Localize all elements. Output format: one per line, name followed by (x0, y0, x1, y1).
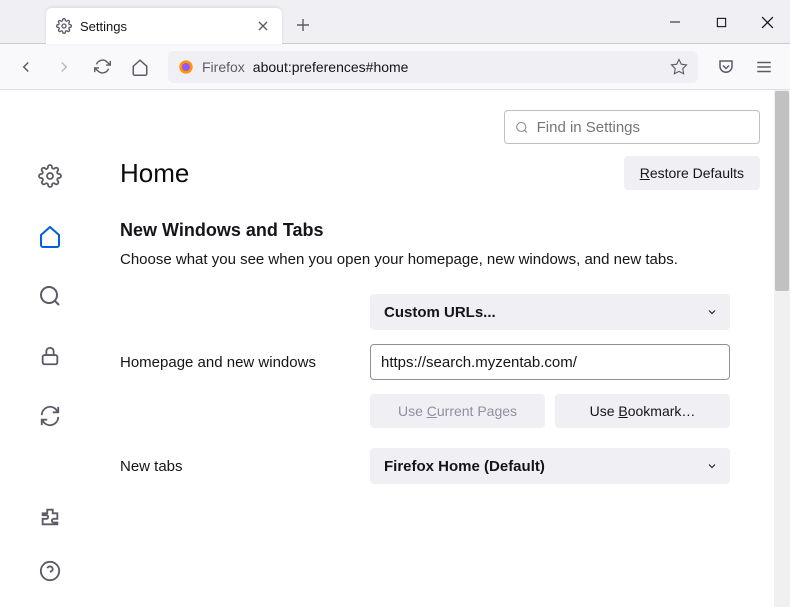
navigation-toolbar: Firefox about:preferences#home (0, 44, 790, 90)
search-icon (515, 120, 529, 135)
newtabs-label: New tabs (120, 458, 370, 475)
tab-title: Settings (80, 19, 254, 34)
settings-search-box[interactable] (504, 110, 760, 144)
chevron-down-icon (706, 306, 718, 318)
section-desc: Choose what you see when you open your h… (120, 251, 760, 268)
close-window-button[interactable] (744, 0, 790, 44)
titlebar: Settings (0, 0, 790, 44)
section-title: New Windows and Tabs (120, 220, 760, 241)
reload-button[interactable] (86, 51, 118, 83)
scroll-thumb[interactable] (775, 91, 789, 291)
settings-main: Home Restore Defaults New Windows and Ta… (100, 90, 790, 607)
homepage-mode-select[interactable]: Custom URLs... (370, 294, 730, 330)
content-area: Home Restore Defaults New Windows and Ta… (0, 90, 790, 607)
url-identity: Firefox (202, 59, 245, 75)
settings-search-input[interactable] (537, 119, 749, 136)
window-controls (652, 0, 790, 44)
sidebar-general-icon[interactable] (38, 164, 62, 188)
restore-defaults-button[interactable]: Restore Defaults (624, 156, 760, 190)
pocket-button[interactable] (710, 51, 742, 83)
url-bar[interactable]: Firefox about:preferences#home (168, 51, 698, 83)
back-button[interactable] (10, 51, 42, 83)
homepage-url-input[interactable] (370, 344, 730, 380)
sidebar-sync-icon[interactable] (38, 404, 62, 428)
browser-tab[interactable]: Settings (46, 8, 282, 44)
select-value: Firefox Home (Default) (384, 458, 545, 475)
app-menu-button[interactable] (748, 51, 780, 83)
use-bookmark-button[interactable]: Use Bookmark… (555, 394, 730, 428)
homepage-label: Homepage and new windows (120, 354, 370, 371)
bookmark-star-icon[interactable] (670, 58, 688, 76)
maximize-button[interactable] (698, 0, 744, 44)
scrollbar[interactable] (774, 90, 790, 607)
sidebar-home-icon[interactable] (38, 224, 62, 248)
chevron-down-icon (706, 460, 718, 472)
new-tab-button[interactable] (288, 10, 318, 40)
sidebar-privacy-icon[interactable] (38, 344, 62, 368)
url-path: about:preferences#home (253, 59, 409, 75)
home-button[interactable] (124, 51, 156, 83)
page-title: Home (120, 158, 189, 189)
gear-icon (56, 18, 72, 34)
close-tab-icon[interactable] (254, 17, 272, 35)
newtabs-select[interactable]: Firefox Home (Default) (370, 448, 730, 484)
settings-sidebar (0, 90, 100, 607)
minimize-button[interactable] (652, 0, 698, 44)
use-current-pages-button[interactable]: Use Current Pages (370, 394, 545, 428)
firefox-icon (178, 59, 194, 75)
sidebar-extensions-icon[interactable] (38, 505, 62, 529)
select-value: Custom URLs... (384, 304, 496, 321)
sidebar-help-icon[interactable] (38, 559, 62, 583)
forward-button[interactable] (48, 51, 80, 83)
sidebar-search-icon[interactable] (38, 284, 62, 308)
